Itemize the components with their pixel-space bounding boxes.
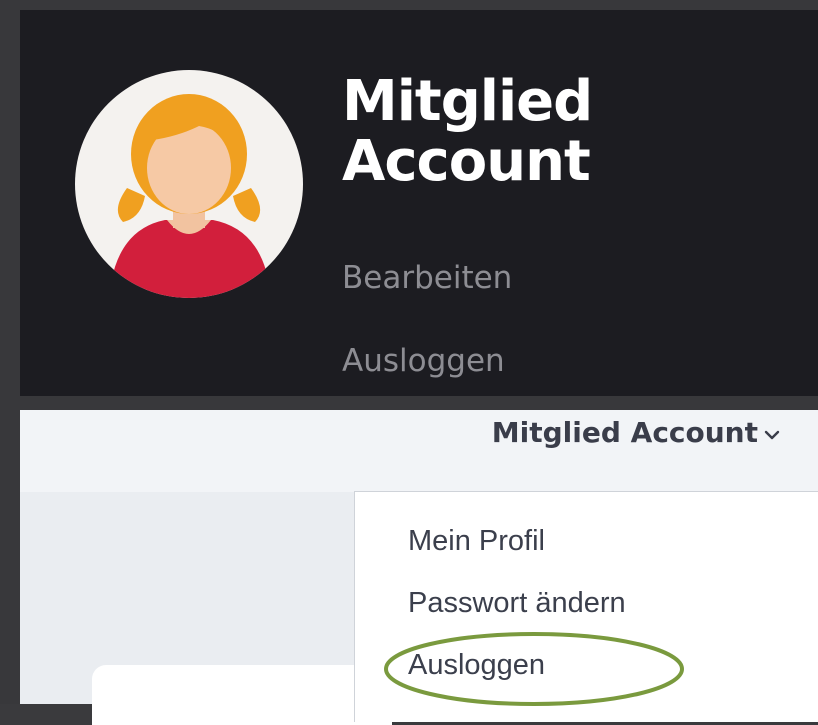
profile-title: Mitglied Account bbox=[342, 69, 593, 194]
account-toggle-label: Mitglied Account bbox=[491, 416, 758, 449]
account-menu-area: Mitglied Account Mein Profil Passwort än… bbox=[20, 410, 818, 725]
avatar bbox=[75, 70, 303, 298]
content-card bbox=[92, 665, 392, 725]
chevron-down-icon bbox=[764, 430, 780, 439]
edit-profile-link[interactable]: Bearbeiten bbox=[342, 260, 512, 296]
screenshot-frame: Mitglied Account Bearbeiten Ausloggen Mi… bbox=[0, 0, 818, 725]
top-nav-bar: Mitglied Account bbox=[20, 410, 818, 492]
menu-item-change-password[interactable]: Passwort ändern bbox=[408, 587, 626, 620]
profile-title-line2: Account bbox=[342, 129, 591, 194]
profile-panel: Mitglied Account Bearbeiten Ausloggen bbox=[20, 10, 818, 396]
menu-item-my-profile[interactable]: Mein Profil bbox=[408, 525, 545, 558]
logout-link[interactable]: Ausloggen bbox=[342, 343, 505, 379]
profile-title-line1: Mitglied bbox=[342, 69, 593, 134]
account-dropdown-menu: Mein Profil Passwort ändern Ausloggen bbox=[354, 491, 818, 722]
account-dropdown-toggle[interactable]: Mitglied Account bbox=[492, 416, 780, 449]
menu-item-logout[interactable]: Ausloggen bbox=[408, 649, 545, 682]
